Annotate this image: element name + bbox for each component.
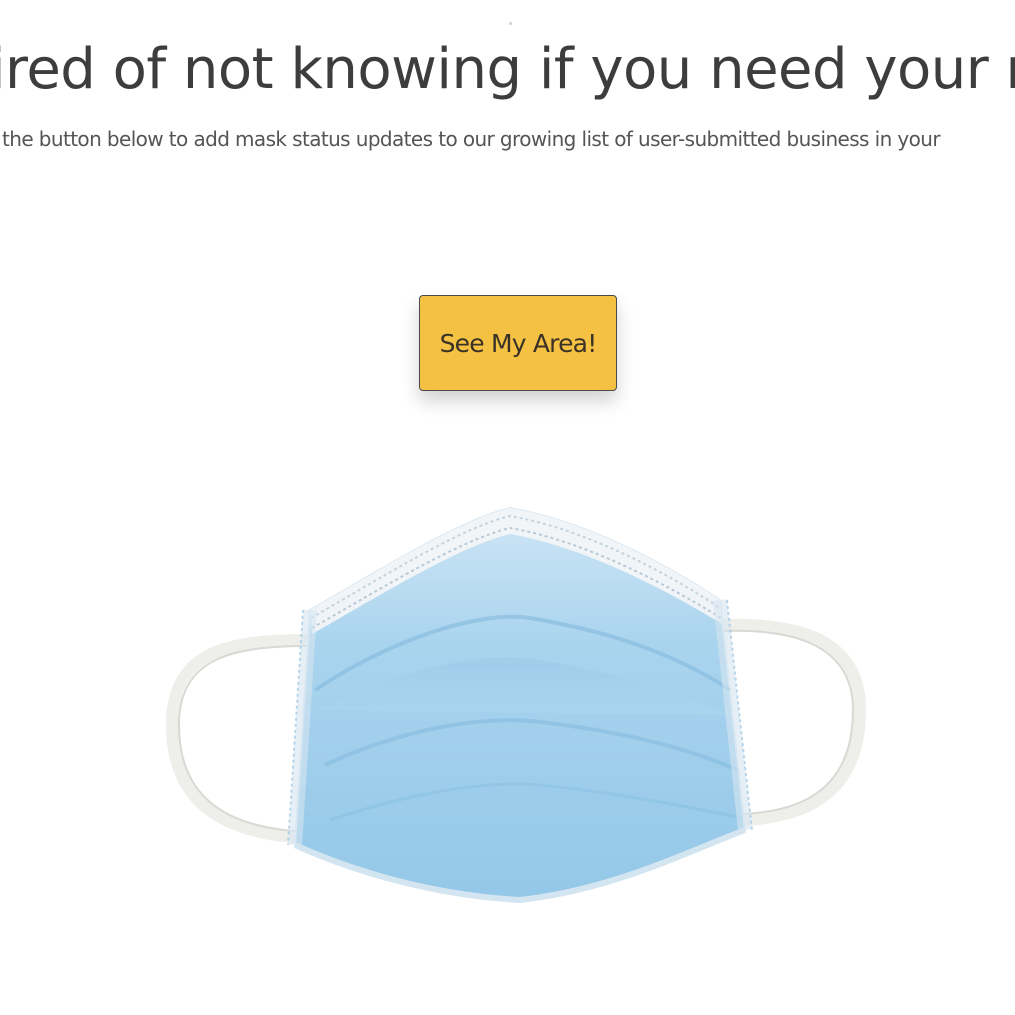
ear-loop-left: [165, 634, 316, 844]
hero-subtitle: the button below to add mask status upda…: [2, 127, 941, 151]
surgical-mask-image: [165, 506, 867, 904]
decorative-dot: [509, 22, 512, 25]
page: ired of not knowing if you need your mas…: [0, 0, 1015, 1015]
hero-title: ired of not knowing if you need your mas: [0, 37, 1015, 102]
see-my-area-button[interactable]: See My Area!: [419, 295, 617, 391]
